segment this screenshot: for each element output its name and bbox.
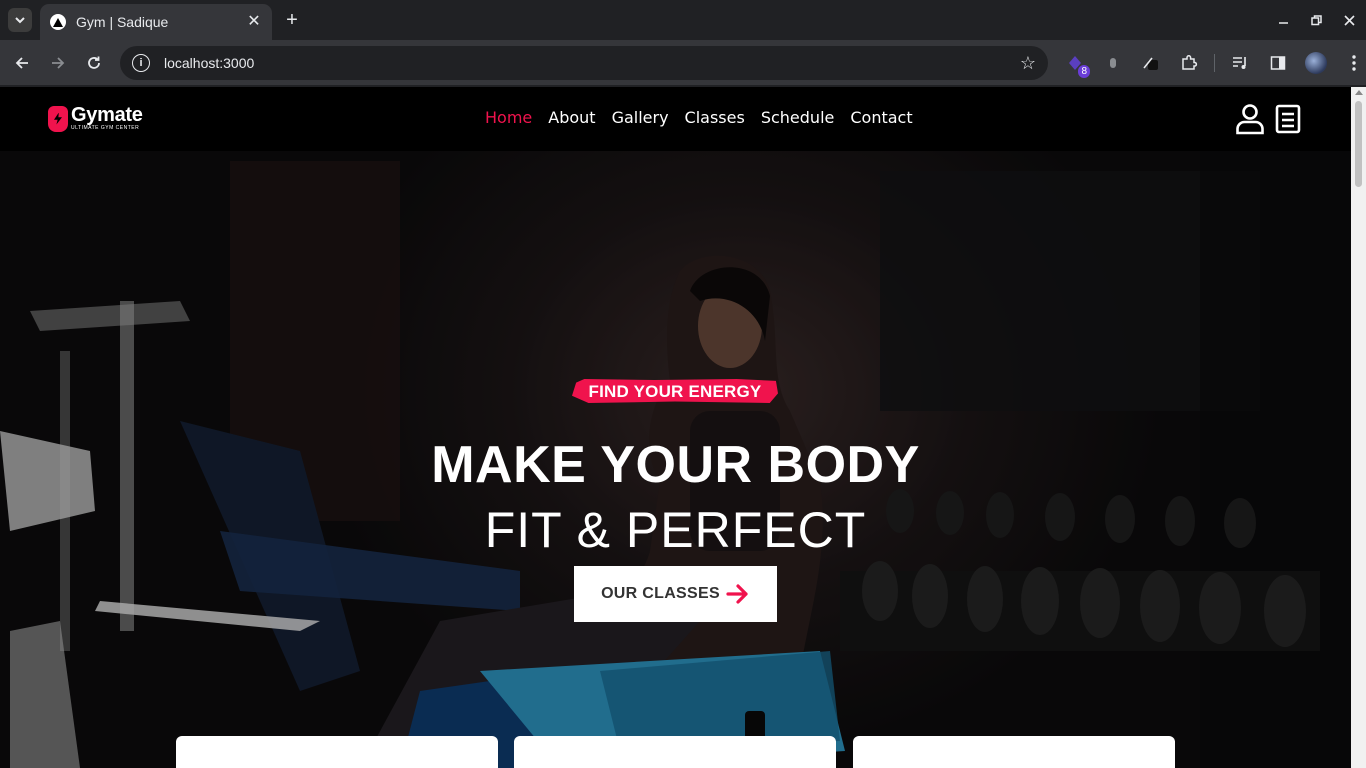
media-controls-icon[interactable] <box>1227 50 1253 76</box>
arrow-right-icon <box>52 57 65 69</box>
browser-toolbar: i localhost:3000 ☆ 8 <box>0 40 1366 86</box>
page-viewport: Gymate ULTIMATE GYM CENTER Home About Ga… <box>0 87 1351 768</box>
tab-title: Gym | Sadique <box>76 14 169 30</box>
reload-button[interactable] <box>80 49 108 77</box>
extension-dot-icon[interactable] <box>1100 50 1126 76</box>
close-icon <box>1344 14 1355 26</box>
hero-section: FIND YOUR ENERGY MAKE YOUR BODY FIT & PE… <box>0 151 1351 768</box>
tab-search-button[interactable] <box>8 8 32 32</box>
logo-icon <box>48 105 68 132</box>
url-text[interactable]: localhost:3000 <box>164 55 1020 71</box>
minimize-button[interactable] <box>1267 0 1300 40</box>
nav-contact[interactable]: Contact <box>850 108 912 127</box>
nav-gallery[interactable]: Gallery <box>612 108 669 127</box>
nav-home[interactable]: Home <box>485 108 532 127</box>
menu-list-icon[interactable] <box>1273 103 1303 135</box>
site-logo[interactable]: Gymate ULTIMATE GYM CENTER <box>48 105 143 132</box>
hero-title-line1: MAKE YOUR BODY <box>431 436 920 494</box>
extension-icon[interactable]: 8 <box>1062 50 1090 78</box>
restore-button[interactable] <box>1300 0 1333 40</box>
our-classes-button[interactable]: OUR CLASSES <box>574 566 777 622</box>
nav-about[interactable]: About <box>548 108 595 127</box>
close-tab-icon[interactable]: ✕ <box>246 14 262 30</box>
scrollbar-thumb[interactable] <box>1355 101 1362 187</box>
nav-classes[interactable]: Classes <box>685 108 745 127</box>
scroll-up-arrow-icon[interactable] <box>1355 90 1363 95</box>
arrow-right-icon <box>726 584 748 604</box>
profile-avatar[interactable] <box>1303 50 1329 76</box>
toolbar-separator <box>1214 54 1215 72</box>
site-info-icon[interactable]: i <box>132 54 150 72</box>
vercel-favicon-icon <box>50 14 66 30</box>
feature-card-3 <box>853 736 1175 768</box>
feature-card-2 <box>514 736 836 768</box>
arrow-left-icon <box>15 57 28 69</box>
hero-title-line2: FIT & PERFECT <box>484 502 867 558</box>
extensions-puzzle-icon[interactable] <box>1176 50 1202 76</box>
back-button[interactable] <box>8 49 36 77</box>
our-classes-label: OUR CLASSES <box>601 585 720 602</box>
nav-schedule[interactable]: Schedule <box>761 108 835 127</box>
hero-badge: FIND YOUR ENERGY <box>572 377 778 407</box>
kebab-menu-icon[interactable] <box>1341 50 1366 76</box>
side-panel-icon[interactable] <box>1265 50 1291 76</box>
extensions-area: 8 <box>1062 48 1366 78</box>
page-scrollbar[interactable] <box>1351 87 1366 768</box>
browser-tab-strip: Gym | Sadique ✕ + <box>0 0 1366 40</box>
logo-name: Gymate <box>71 104 143 126</box>
site-header: Gymate ULTIMATE GYM CENTER Home About Ga… <box>0 87 1351 151</box>
feature-card-1 <box>176 736 498 768</box>
chevron-down-icon <box>15 17 25 24</box>
restore-icon <box>1311 14 1322 25</box>
user-icon[interactable] <box>1235 103 1265 135</box>
extension-badge: 8 <box>1078 65 1090 78</box>
new-tab-button[interactable]: + <box>280 8 304 32</box>
bookmark-star-icon[interactable]: ☆ <box>1020 53 1036 74</box>
hero-badge-text: FIND YOUR ENERGY <box>588 382 762 401</box>
window-controls <box>1267 0 1366 40</box>
minimize-icon <box>1279 21 1288 24</box>
browser-tab[interactable]: Gym | Sadique ✕ <box>40 4 272 40</box>
logo-tagline: ULTIMATE GYM CENTER <box>71 125 140 131</box>
forward-button[interactable] <box>44 49 72 77</box>
address-bar[interactable]: i localhost:3000 ☆ <box>120 46 1048 80</box>
main-nav: Home About Gallery Classes Schedule Cont… <box>485 108 913 127</box>
close-window-button[interactable] <box>1333 0 1366 40</box>
extension-pen-icon[interactable] <box>1138 50 1164 76</box>
reload-icon <box>88 56 100 69</box>
